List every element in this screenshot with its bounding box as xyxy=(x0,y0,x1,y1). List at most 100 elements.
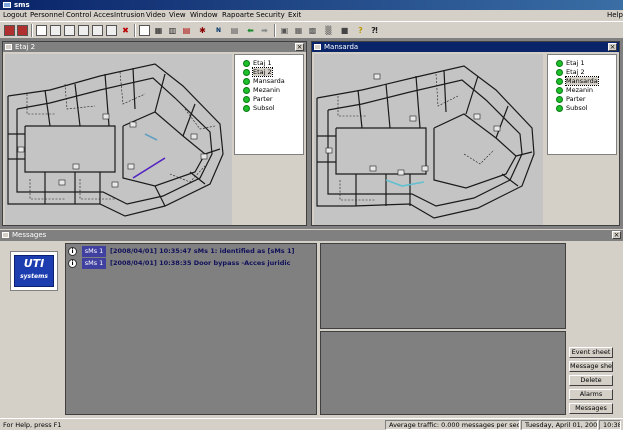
status-ok-icon xyxy=(556,87,563,94)
event-sheet-button[interactable]: Event sheet xyxy=(569,347,613,358)
logo-badge: UTI systems xyxy=(14,255,54,287)
alarm-tool-icon[interactable]: ✖ xyxy=(120,25,131,36)
floor-label: Parter xyxy=(253,95,273,103)
floor-item[interactable]: Mansarda xyxy=(243,77,285,86)
floor-label: Etaj 2 xyxy=(252,67,273,77)
messages-panel: UTI systems i sMs 1 [2008/04/01] 10:35:4… xyxy=(0,241,623,417)
floor-label: Mezanin xyxy=(566,86,594,94)
forward-arrow-icon[interactable]: ➡ xyxy=(259,25,270,36)
floor-plan-map[interactable] xyxy=(5,54,232,225)
bug-tool-icon[interactable]: ✱ xyxy=(197,25,208,36)
stop-tool-icon[interactable]: ■ xyxy=(339,25,350,36)
menu-exit[interactable]: Exit xyxy=(288,10,301,21)
floor-item[interactable]: Etaj 1 xyxy=(556,59,585,68)
blank-tool-icon[interactable] xyxy=(139,25,150,36)
menu-personnel[interactable]: Personnel xyxy=(30,10,64,21)
delete-button[interactable]: Delete xyxy=(569,375,613,386)
status-traffic: Average traffic: 0.000 messages per seco… xyxy=(385,420,520,430)
message-text: [2008/04/01] 10:35:47 sMs 1: identified … xyxy=(110,247,295,255)
filter-tool-icon[interactable]: ▒ xyxy=(323,25,334,36)
menu-window[interactable]: Window xyxy=(190,10,218,21)
floor-item[interactable]: Subsol xyxy=(556,104,588,113)
floor-item[interactable]: Mezanin xyxy=(556,86,593,95)
menu-security[interactable]: Security xyxy=(256,10,285,21)
toolbar-separator xyxy=(134,24,136,37)
back-arrow-icon[interactable]: ⬅ xyxy=(245,25,256,36)
menu-control-acces[interactable]: Control Acces xyxy=(66,10,114,21)
status-help-text: For Help, press F1 xyxy=(3,421,62,429)
event-panel-top xyxy=(320,243,566,329)
message-source: sMs 1 xyxy=(82,258,106,269)
map-window-icon xyxy=(5,44,12,50)
logout-tool-icon[interactable] xyxy=(4,25,15,36)
status-date: Tuesday, April 01, 2008 xyxy=(521,420,598,430)
status-ok-icon xyxy=(556,69,563,76)
floor-list[interactable]: Etaj 1 Etaj 2 Mansarda Mezanin Parter Su… xyxy=(234,54,304,155)
floor-item[interactable]: Etaj 1 xyxy=(243,59,272,68)
floor-item[interactable]: Etaj 2 xyxy=(243,67,273,77)
close-icon[interactable]: × xyxy=(612,231,621,239)
floor-item[interactable]: Mansarda xyxy=(556,76,599,86)
window-titlebar[interactable]: Mansarda × xyxy=(312,42,619,52)
menu-intrusion[interactable]: Intrusion xyxy=(114,10,145,21)
print-tool-icon[interactable]: ▣ xyxy=(279,25,290,36)
status-bar: For Help, press F1 Average traffic: 0.00… xyxy=(0,418,623,430)
config-tool-icon[interactable]: ▦ xyxy=(293,25,304,36)
logo-text: UTI xyxy=(23,257,45,270)
app-title: sms xyxy=(14,1,30,9)
close-icon[interactable]: × xyxy=(295,43,304,51)
status-ok-icon xyxy=(243,105,250,112)
tile-tool-icon[interactable]: ▤ xyxy=(229,25,240,36)
floor-label: Mezanin xyxy=(253,86,281,94)
status-ok-icon xyxy=(556,78,563,85)
floor-item[interactable]: Etaj 2 xyxy=(556,68,585,77)
status-ok-icon xyxy=(556,60,563,67)
status-time: 10:38 xyxy=(599,420,621,430)
floor-item[interactable]: Subsol xyxy=(243,104,275,113)
floor-label: Mansarda xyxy=(253,77,285,85)
messages-window-icon xyxy=(2,232,9,238)
info-icon: i xyxy=(68,259,77,268)
messages-title: Messages xyxy=(12,231,47,239)
list-tool-icon[interactable] xyxy=(36,25,47,36)
floor-item[interactable]: Parter xyxy=(556,95,586,104)
floor-item[interactable]: Mezanin xyxy=(243,86,280,95)
lock-tool-icon[interactable] xyxy=(17,25,28,36)
floor-label: Etaj 1 xyxy=(566,59,585,67)
door-tool-icon[interactable]: ▥ xyxy=(167,25,178,36)
grid-view-icon[interactable]: ▩ xyxy=(307,25,318,36)
map-tool-icon[interactable]: N xyxy=(213,25,224,36)
window-title: Mansarda xyxy=(324,43,359,51)
status-ok-icon xyxy=(243,87,250,94)
table-tool-icon[interactable] xyxy=(50,25,61,36)
alarms-button[interactable]: Alarms xyxy=(569,389,613,400)
close-icon[interactable]: × xyxy=(608,43,617,51)
help-tool-icon[interactable]: ? xyxy=(355,25,366,36)
menu-logout[interactable]: Logout xyxy=(3,10,27,21)
menu-view[interactable]: View xyxy=(169,10,186,21)
menu-bar: Logout Personnel Control Acces Intrusion… xyxy=(0,10,623,21)
report-tool-icon[interactable] xyxy=(78,25,89,36)
status-ok-icon xyxy=(556,96,563,103)
floor-list[interactable]: Etaj 1 Etaj 2 Mansarda Mezanin Parter Su… xyxy=(547,54,617,155)
camera-tool-icon[interactable]: ▦ xyxy=(153,25,164,36)
intrusion-tool-icon[interactable]: ▤ xyxy=(181,25,192,36)
event-tool-icon[interactable] xyxy=(106,25,117,36)
floor-label: Subsol xyxy=(253,104,275,112)
map-window-icon xyxy=(314,44,321,50)
status-ok-icon xyxy=(243,78,250,85)
sheet-tool-icon[interactable] xyxy=(92,25,103,36)
messages-button[interactable]: Messages xyxy=(569,403,613,414)
floor-label: Etaj 2 xyxy=(566,68,585,76)
context-help-icon[interactable]: ⁈ xyxy=(369,25,380,36)
message-sheet-button[interactable]: Message sheet xyxy=(569,361,613,372)
menu-video[interactable]: Video xyxy=(146,10,166,21)
menu-help[interactable]: Help xyxy=(607,10,623,21)
floor-item[interactable]: Parter xyxy=(243,95,273,104)
floor-plan-map[interactable] xyxy=(314,54,543,225)
grid-tool-icon[interactable] xyxy=(64,25,75,36)
menu-rapoarte[interactable]: Rapoarte xyxy=(222,10,254,21)
window-titlebar[interactable]: Etaj 2 × xyxy=(3,42,306,52)
messages-titlebar[interactable]: Messages × xyxy=(0,230,623,241)
mdi-workspace: Etaj 2 × Etaj 1 Etaj 2 Mansarda Mezanin … xyxy=(0,39,623,229)
